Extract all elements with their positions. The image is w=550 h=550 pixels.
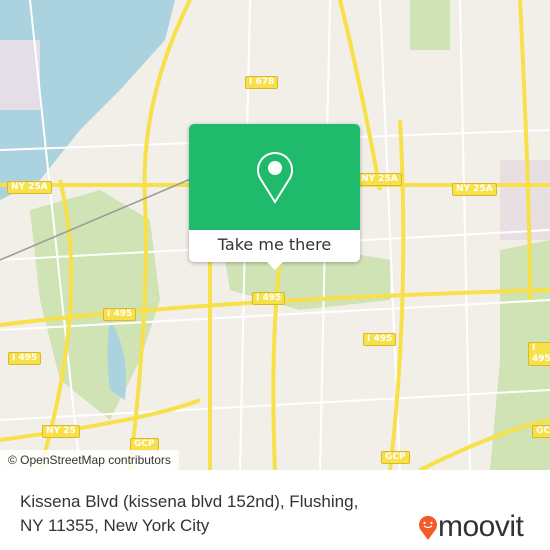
i495-shield: I 495 <box>252 292 286 305</box>
ny25a-shield: NY 25A <box>452 183 497 196</box>
location-pin-icon <box>256 152 293 204</box>
moovit-logo[interactable]: moovit <box>418 510 524 544</box>
i495-shield: I 495 <box>363 333 397 346</box>
i495-shield: I 495 <box>103 308 137 321</box>
ny25a-shield: NY 25A <box>7 181 52 194</box>
popup-header <box>189 124 360 230</box>
take-me-there-button[interactable]: Take me there <box>189 230 360 262</box>
footer: Kissena Blvd (kissena blvd 152nd), Flush… <box>0 470 550 550</box>
i495-shield: I 495 <box>8 352 42 365</box>
moovit-wordmark: moovit <box>438 510 524 543</box>
i495-shield: I 495 <box>528 342 550 366</box>
ny25a-shield: NY 25A <box>357 173 402 186</box>
airport <box>0 40 40 110</box>
park-north <box>410 0 450 50</box>
gcp-shield: GCP <box>532 425 550 438</box>
address: Kissena Blvd (kissena blvd 152nd), Flush… <box>20 492 359 535</box>
popup-pointer <box>266 261 284 270</box>
gcp-shield: GCP <box>381 451 410 464</box>
moovit-pin-icon <box>419 515 437 540</box>
ny25-shield: NY 25 <box>42 425 80 438</box>
area <box>500 160 550 240</box>
destination-popup[interactable]: Take me there <box>189 124 360 262</box>
attribution[interactable]: © OpenStreetMap contributors <box>0 450 179 470</box>
i678-shield: I 678 <box>245 76 279 89</box>
